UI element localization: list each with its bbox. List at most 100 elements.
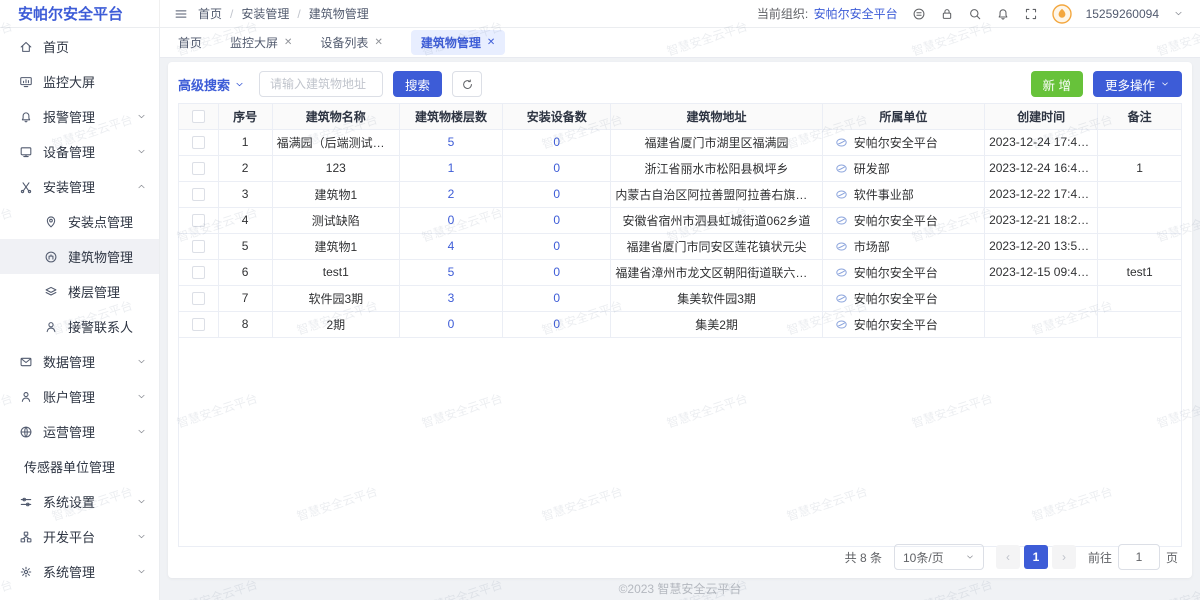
row-index: 7	[218, 285, 272, 311]
sidebar-item-14[interactable]: 开发平台	[0, 519, 159, 554]
next-page-button[interactable]: ›	[1052, 545, 1076, 569]
breadcrumb-item[interactable]: 建筑物管理	[309, 5, 369, 22]
goto-page-input[interactable]	[1118, 544, 1160, 570]
sidebar-item-2[interactable]: 报警管理	[0, 99, 159, 134]
add-button[interactable]: 新 增	[1031, 71, 1083, 97]
sidebar-item-3[interactable]: 设备管理	[0, 134, 159, 169]
sidebar-item-12[interactable]: 传感器单位管理	[0, 449, 159, 484]
sidebar-item-label: 账户管理	[43, 387, 136, 406]
floors-count-link[interactable]: 0	[399, 311, 502, 337]
sidebar-item-label: 传感器单位管理	[24, 457, 147, 476]
sidebar-item-4[interactable]: 安装管理	[0, 169, 159, 204]
floors-count-link[interactable]: 3	[399, 285, 502, 311]
sidebar-item-1[interactable]: 监控大屏	[0, 64, 159, 99]
sidebar-item-8[interactable]: 接警联系人	[0, 309, 159, 344]
row-checkbox[interactable]	[192, 214, 205, 227]
devices-count-link[interactable]: 0	[503, 285, 611, 311]
row-checkbox[interactable]	[192, 292, 205, 305]
chevron-down-icon	[1160, 79, 1170, 89]
chevron-down-icon	[136, 356, 147, 367]
refresh-button[interactable]	[452, 71, 482, 97]
search-button[interactable]: 搜索	[393, 71, 442, 97]
devices-count-link[interactable]: 0	[503, 129, 611, 155]
building-address: 浙江省丽水市松阳县枫坪乡	[611, 155, 822, 181]
tab-3[interactable]: 建筑物管理✕	[411, 30, 505, 55]
sidebar-item-15[interactable]: 系统管理	[0, 554, 159, 589]
row-index: 8	[218, 311, 272, 337]
chevron-up-icon	[136, 181, 147, 192]
advanced-search-toggle[interactable]: 高级搜索	[178, 75, 245, 94]
sidebar-item-7[interactable]: 楼层管理	[0, 274, 159, 309]
row-select-cell	[179, 207, 218, 233]
page-size-select[interactable]: 10条/页	[894, 544, 984, 570]
sidebar-item-6[interactable]: 建筑物管理	[0, 239, 159, 274]
prev-page-button[interactable]: ‹	[996, 545, 1020, 569]
devices-count-link[interactable]: 0	[503, 207, 611, 233]
avatar[interactable]	[1052, 4, 1072, 24]
floors-count-link[interactable]: 5	[399, 129, 502, 155]
username[interactable]: 15259260094	[1086, 7, 1159, 21]
address-search-input[interactable]	[259, 71, 383, 97]
org-badge-icon	[835, 292, 848, 305]
owner-unit: 安帕尔安全平台	[822, 285, 984, 311]
created-time: 2023-12-22 17:44:59	[985, 181, 1098, 207]
table-row: 4测试缺陷00安徽省宿州市泗县虹城街道062乡道安帕尔安全平台2023-12-2…	[179, 207, 1181, 233]
devices-count-link[interactable]: 0	[503, 155, 611, 181]
close-icon[interactable]: ✕	[374, 37, 382, 48]
row-index: 1	[218, 129, 272, 155]
row-checkbox[interactable]	[192, 162, 205, 175]
floors-count-link[interactable]: 4	[399, 233, 502, 259]
row-checkbox[interactable]	[192, 136, 205, 149]
row-checkbox[interactable]	[192, 188, 205, 201]
devices-count-link[interactable]: 0	[503, 181, 611, 207]
floors-count-link[interactable]: 0	[399, 207, 502, 233]
advanced-search-label: 高级搜索	[178, 75, 230, 94]
pager: ‹ 1 ›	[996, 545, 1076, 569]
fullscreen-icon[interactable]	[1024, 7, 1038, 21]
sidebar-item-10[interactable]: 账户管理	[0, 379, 159, 414]
row-checkbox[interactable]	[192, 318, 205, 331]
lock-icon[interactable]	[940, 7, 954, 21]
sidebar-item-9[interactable]: 数据管理	[0, 344, 159, 379]
row-checkbox[interactable]	[192, 266, 205, 279]
chevron-down-icon[interactable]	[1173, 8, 1184, 19]
devices-count-link[interactable]: 0	[503, 233, 611, 259]
row-index: 4	[218, 207, 272, 233]
building-name: 软件园3期	[272, 285, 399, 311]
more-actions-button[interactable]: 更多操作	[1093, 71, 1182, 97]
breadcrumb-item[interactable]: 首页	[198, 5, 222, 22]
floors-count-link[interactable]: 5	[399, 259, 502, 285]
remark: 1	[1098, 155, 1181, 181]
select-all-checkbox[interactable]	[192, 110, 205, 123]
breadcrumb-item[interactable]: 安装管理	[241, 5, 289, 22]
sidebar-item-5[interactable]: 安装点管理	[0, 204, 159, 239]
tabs-bar: 首页 监控大屏✕ 设备列表✕ 建筑物管理✕	[160, 28, 1200, 58]
tab-1[interactable]: 监控大屏✕	[230, 34, 292, 51]
sidebar-item-13[interactable]: 系统设置	[0, 484, 159, 519]
bell-icon[interactable]	[996, 7, 1010, 21]
devices-count-link[interactable]: 0	[503, 259, 611, 285]
search-icon[interactable]	[968, 7, 982, 21]
close-icon[interactable]: ✕	[487, 37, 495, 48]
collapse-menu-icon[interactable]	[174, 7, 188, 21]
sidebar-item-0[interactable]: 首页	[0, 29, 159, 64]
owner-unit-label: 安帕尔安全平台	[854, 136, 938, 150]
page-1-button[interactable]: 1	[1024, 545, 1048, 569]
devices-count-link[interactable]: 0	[503, 311, 611, 337]
tab-0[interactable]: 首页	[178, 34, 202, 51]
content-card: 高级搜索 搜索 新 增 更多操作	[168, 62, 1192, 578]
tab-2[interactable]: 设备列表✕	[320, 34, 382, 51]
floors-count-link[interactable]: 1	[399, 155, 502, 181]
install-icon	[19, 180, 33, 194]
org-name[interactable]: 安帕尔安全平台	[814, 7, 898, 21]
chevron-down-icon	[965, 552, 975, 562]
sidebar-item-11[interactable]: 运营管理	[0, 414, 159, 449]
col-remark: 备注	[1098, 104, 1181, 129]
row-index: 5	[218, 233, 272, 259]
row-checkbox[interactable]	[192, 240, 205, 253]
floors-count-link[interactable]: 2	[399, 181, 502, 207]
close-icon[interactable]: ✕	[284, 37, 292, 48]
created-time: 2023-12-24 16:40:15	[985, 155, 1098, 181]
col-created: 创建时间	[985, 104, 1098, 129]
platform-icon[interactable]	[912, 7, 926, 21]
